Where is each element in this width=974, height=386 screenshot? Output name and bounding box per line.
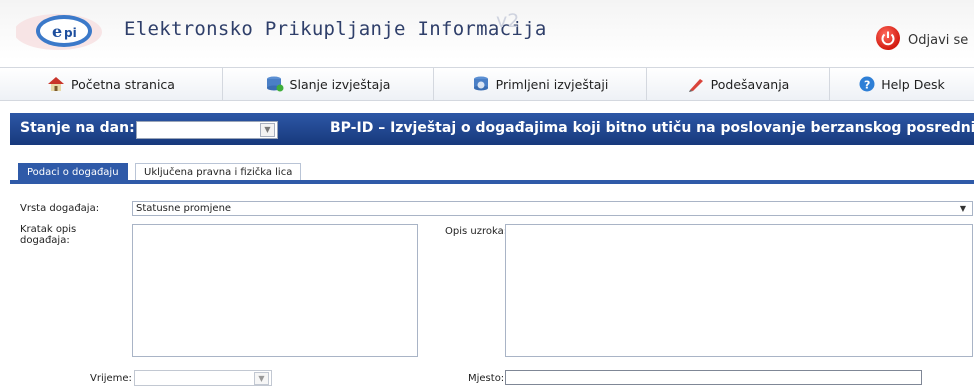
chevron-down-icon[interactable]: ▼: [260, 123, 275, 137]
chevron-down-icon[interactable]: ▼: [254, 372, 269, 385]
help-icon: ?: [859, 76, 875, 92]
tab-strip-divider: [10, 180, 974, 184]
short-description-textarea[interactable]: [132, 224, 418, 357]
state-date-select[interactable]: ▼: [136, 121, 278, 139]
nav-item-send-reports[interactable]: Slanje izvještaja: [223, 68, 434, 100]
power-icon[interactable]: [876, 26, 900, 50]
short-description-label: Kratak opis događaja:: [20, 224, 77, 246]
svg-text:?: ?: [864, 79, 870, 92]
event-type-label: Vrsta događaja:: [20, 203, 100, 214]
home-icon: [48, 77, 65, 91]
dropdown-arrow-icon[interactable]: ▼: [960, 202, 966, 215]
epi-logo: e pi: [16, 14, 102, 50]
time-select[interactable]: ▼: [134, 370, 272, 386]
nav-item-label: Podešavanja: [710, 76, 790, 92]
nav-item-label: Primljeni izvještaji: [495, 76, 609, 92]
settings-pencil-icon: [688, 79, 703, 92]
time-label: Vrijeme:: [90, 373, 132, 384]
send-database-icon: [266, 76, 284, 92]
tab-event-data[interactable]: Podaci o događaju: [18, 163, 128, 181]
tab-involved-persons[interactable]: Uključena pravna i fizička lica: [135, 163, 302, 181]
version-label: v2: [496, 10, 520, 32]
event-type-select[interactable]: Statusne promjene ▼: [132, 201, 973, 216]
svg-text:pi: pi: [64, 26, 77, 40]
nav-item-label: Početna stranica: [71, 76, 175, 92]
logout-link[interactable]: Odjavi se: [908, 33, 968, 48]
cause-description-textarea[interactable]: [505, 224, 973, 357]
place-input[interactable]: [505, 370, 922, 385]
received-database-icon: [473, 76, 488, 91]
nav-item-help-desk[interactable]: ? Help Desk: [830, 68, 974, 100]
nav-item-label: Slanje izvještaja: [289, 76, 391, 92]
svg-text:e: e: [52, 22, 62, 41]
nav-item-label: Help Desk: [881, 76, 945, 92]
app-title: Elektronsko Prikupljanje Informacija: [124, 18, 547, 40]
cause-description-label: Opis uzroka:: [445, 226, 508, 237]
main-nav: Početna stranica Slanje izvještaja Priml…: [0, 67, 974, 101]
nav-item-received-reports[interactable]: Primljeni izvještaji: [434, 68, 647, 100]
nav-item-home[interactable]: Početna stranica: [0, 68, 223, 100]
place-label: Mjesto:: [468, 373, 505, 384]
nav-item-settings[interactable]: Podešavanja: [647, 68, 830, 100]
state-date-label: Stanje na dan:: [20, 120, 135, 136]
report-title: BP-ID – Izvještaj o događajima koji bitn…: [330, 120, 974, 136]
event-type-value: Statusne promjene: [136, 203, 232, 214]
